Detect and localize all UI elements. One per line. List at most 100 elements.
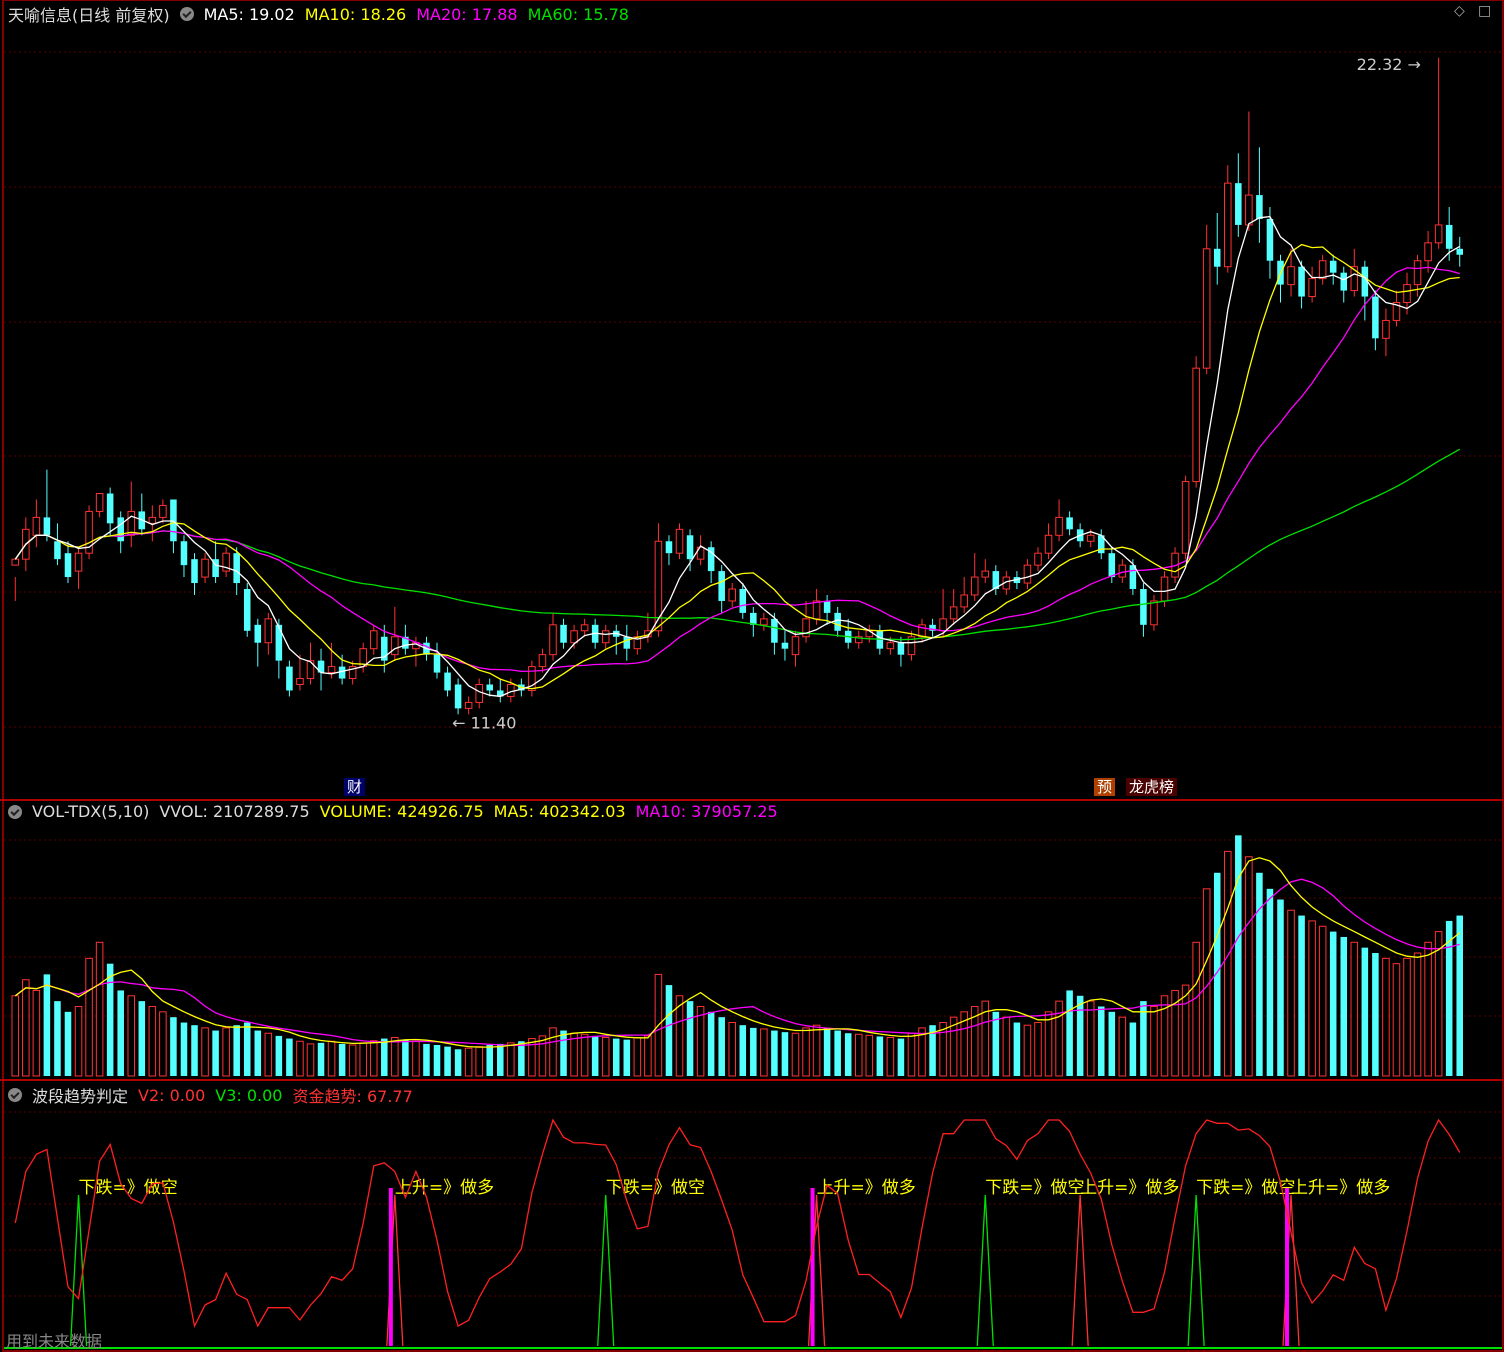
ma5-line [14,215,1461,698]
volume-bar [633,1036,642,1077]
low-price-label: ← 11.40 [452,713,516,732]
candle-body [1298,266,1305,297]
volume-bar [1066,990,1073,1076]
volume-bar [907,1032,916,1077]
candle-body [1213,248,1221,267]
forecast-badge[interactable]: 预 [1094,778,1116,796]
buy-marker [388,1188,393,1346]
volume-bar [865,1034,874,1077]
longhubang-badge[interactable]: 龙虎榜 [1126,778,1178,796]
candle-body [970,576,979,596]
volume-bar [95,941,104,1077]
candle-body [201,558,209,578]
volume-bar [243,1022,251,1076]
candle-body [1287,266,1295,286]
candle-body [1066,517,1073,530]
candle-body [264,618,273,644]
volume-panel-header: VOL-TDX(5,10) VVOL: 2107289.75 VOLUME: 4… [8,802,778,821]
volume-bar [728,1022,736,1077]
volume-bar [1392,963,1401,1077]
volume-bar [43,974,51,1076]
candle-body [981,570,990,578]
financial-badge[interactable]: 财 [344,778,366,796]
volume-bar [275,1035,283,1076]
volume-bar [644,1035,652,1077]
volume-bar [1318,925,1327,1077]
diamond-icon[interactable]: ◇ [1454,3,1465,19]
chart-canvas: 22.32 →← 11.40下跌=》做空 上升=》做多 下跌=》做空 上升=》做多 下跌… [0,0,1504,1352]
signal-label: 上升=》做多 [1291,1178,1390,1198]
volume-bar [696,1005,705,1077]
volume-bar [159,1011,167,1077]
candle-body [475,684,483,703]
candle-body [486,684,493,691]
dropdown-icon[interactable] [8,1088,22,1102]
volume-bar [580,1033,589,1077]
volume-bar [369,1040,378,1077]
candle-body [180,541,188,566]
volume-bar [1023,1024,1032,1077]
vol-ma5-label: MA5: 402342.03 [493,802,626,821]
signal-label: 下跌=》做空 [985,1178,1084,1198]
dropdown-icon[interactable] [8,804,22,819]
volume-bar [1245,856,1253,1077]
candle-body [812,600,821,620]
signal-spike [1187,1194,1205,1347]
v3-label: V3: 0.00 [215,1085,283,1105]
volume-bar [1076,995,1084,1076]
candle-body [1086,534,1095,542]
volume-bar [148,1005,157,1077]
candle-body [1118,564,1127,578]
volume-bar [264,1032,273,1077]
candle-body [960,594,968,608]
volume-bar [538,1035,547,1077]
volume-bar [1256,872,1263,1076]
candle-body [43,517,51,536]
stock-title[interactable]: 天喻信息(日线 前复权) [8,2,170,26]
volume-bar [1086,1000,1095,1077]
volume-bar [454,1049,462,1076]
candle-body [718,571,725,601]
volume-bar [32,989,41,1077]
volume-bar [623,1039,631,1076]
candle-body [834,612,841,631]
volume-bar [1097,1006,1105,1076]
buy-marker [810,1188,815,1346]
ma5-label: MA5: 19.02 [203,4,295,24]
candle-body [391,636,399,656]
indicator-panel-header: 波段趋势判定 V2: 0.00 V3: 0.00 资金趋势: 67.77 [8,1083,413,1107]
candle-body [1181,481,1190,554]
volume-bar [222,1027,230,1077]
candle-body [1202,248,1211,369]
volume-bar [22,979,30,1077]
ma60-line [14,448,1461,641]
candle-body [1308,278,1316,298]
volume-bar [1424,941,1432,1077]
candle-body [1224,182,1232,268]
volume-bar [1372,953,1379,1076]
vol-name[interactable]: VOL-TDX(5,10) [32,802,149,821]
candle-body [1403,284,1411,304]
volume-bar [854,1033,863,1077]
fund-trend-line [14,1118,1461,1329]
dropdown-icon[interactable] [179,7,194,21]
indicator-name[interactable]: 波段趋势判定 [32,1083,128,1107]
volume-bar [306,1043,315,1077]
volume-bar [1434,931,1443,1077]
volume-bar [802,1027,810,1077]
volume-bar [1277,899,1284,1076]
maximize-icon[interactable]: □ [1478,3,1491,19]
candle-body [275,624,283,661]
volume-bar [771,1030,778,1076]
ma20-label: MA20: 17.88 [416,4,518,24]
volume-bar [486,1044,493,1076]
candle-body [939,618,947,632]
candle-body [771,618,778,643]
signal-spike [69,1194,88,1347]
candle-body [686,535,694,560]
candle-body [538,654,547,668]
candle-body [560,624,567,643]
volume-bar [834,1030,841,1076]
candle-body [148,516,157,524]
candle-body [1434,224,1443,244]
